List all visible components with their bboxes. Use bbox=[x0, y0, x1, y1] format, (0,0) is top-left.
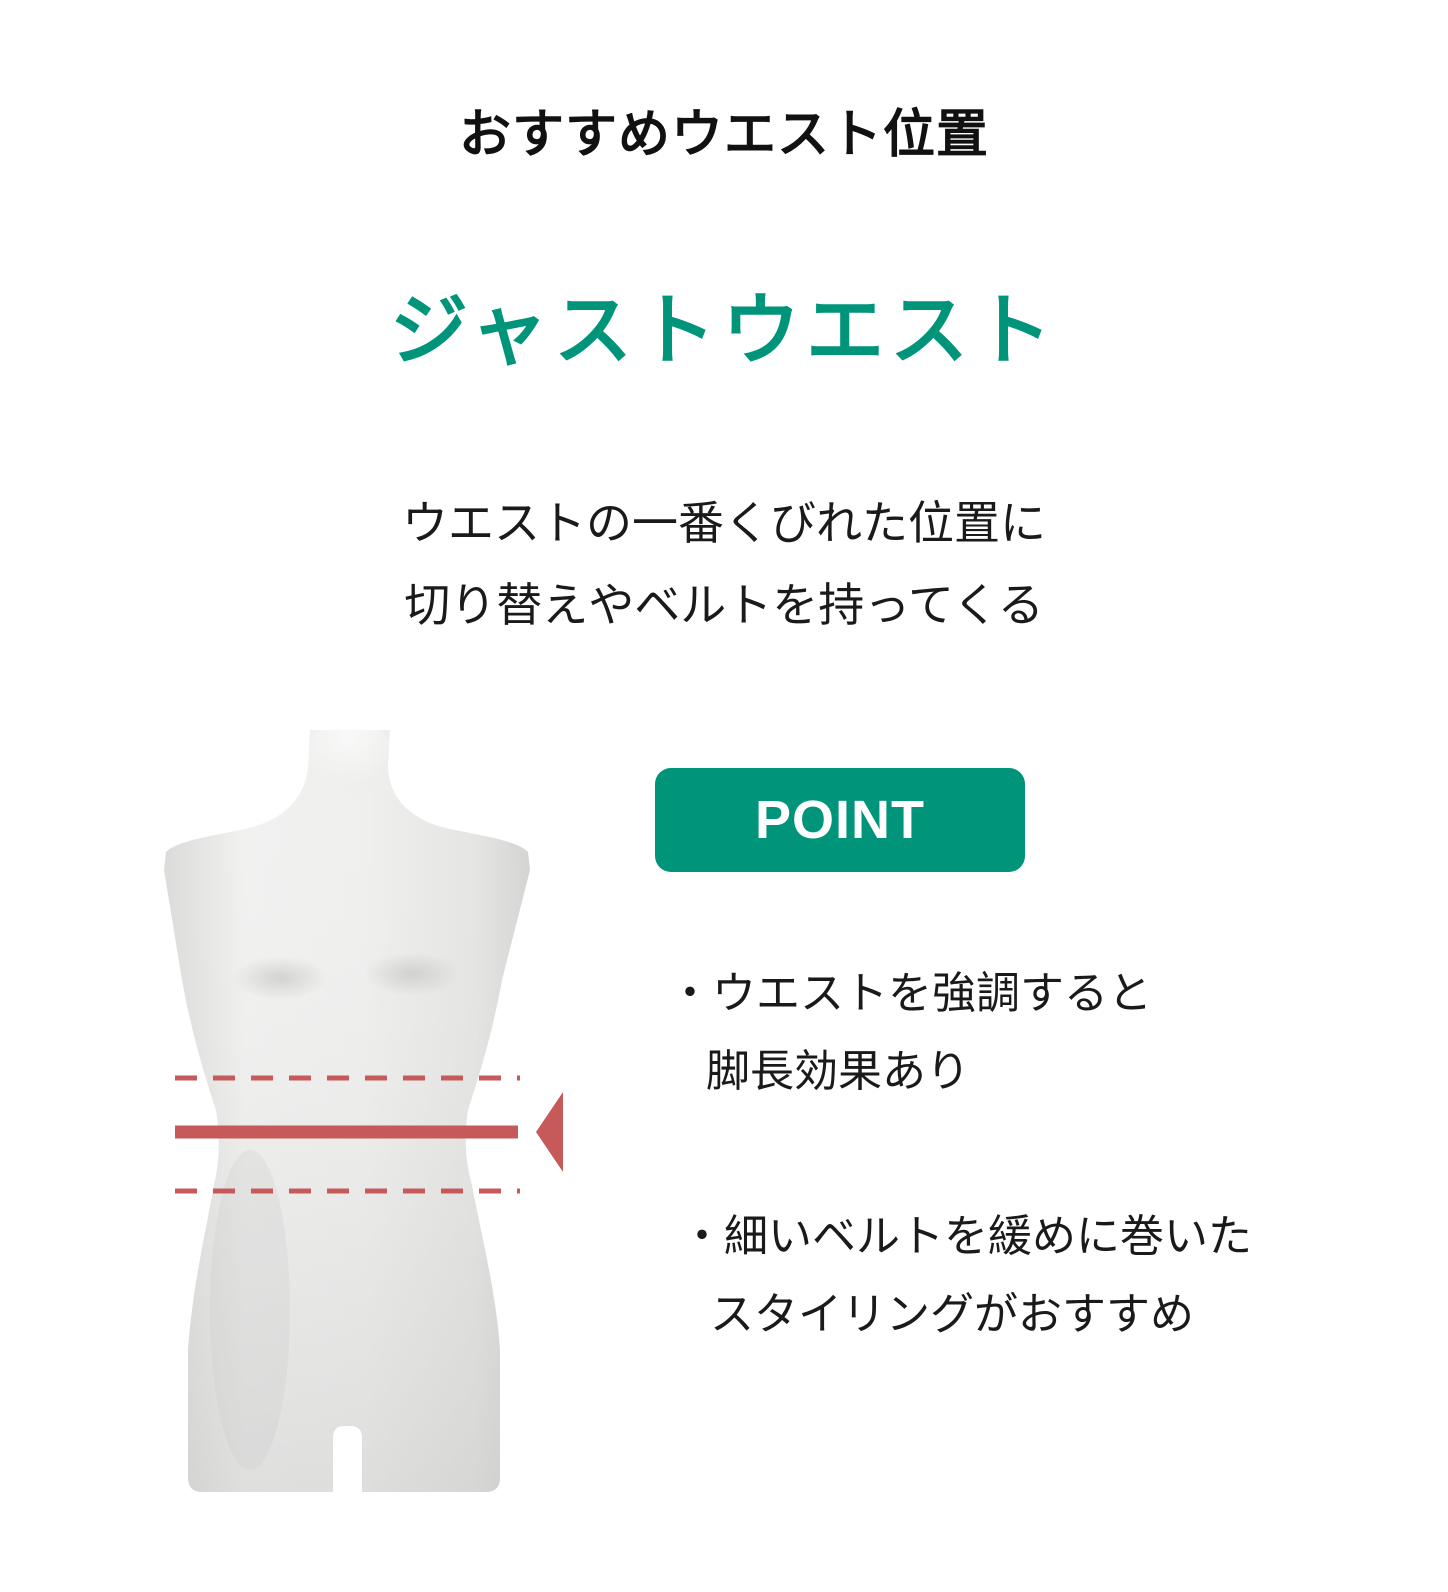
point-item-1-line-2: 脚長効果あり bbox=[706, 1046, 970, 1097]
chest-shadow-right bbox=[364, 952, 460, 996]
description-line-2: 切り替えやベルトを持ってくる bbox=[404, 578, 1044, 632]
page-heading: おすすめウエスト位置 bbox=[458, 105, 989, 165]
point-item-2: ・細いベルトを緩めに巻いた スタイリングがおすすめ bbox=[680, 1198, 1252, 1354]
waist-description: ウエストの一番くびれた位置に 切り替えやベルトを持ってくる bbox=[0, 482, 1448, 646]
waist-type-title: ジャストウエスト bbox=[389, 286, 1059, 376]
point-item-2-line-1: ・細いベルトを緩めに巻いた bbox=[680, 1211, 1252, 1262]
chest-shadow-left bbox=[232, 956, 328, 1000]
point-badge: POINT bbox=[655, 768, 1025, 872]
mannequin-figure bbox=[164, 730, 563, 1492]
point-item-2-line-2: スタイリングがおすすめ bbox=[710, 1289, 1194, 1340]
point-item-1-line-1: ・ウエストを強調すると bbox=[668, 968, 1152, 1019]
point-item-1: ・ウエストを強調すると 脚長効果あり bbox=[668, 955, 1152, 1111]
description-line-1: ウエストの一番くびれた位置に bbox=[402, 496, 1046, 550]
